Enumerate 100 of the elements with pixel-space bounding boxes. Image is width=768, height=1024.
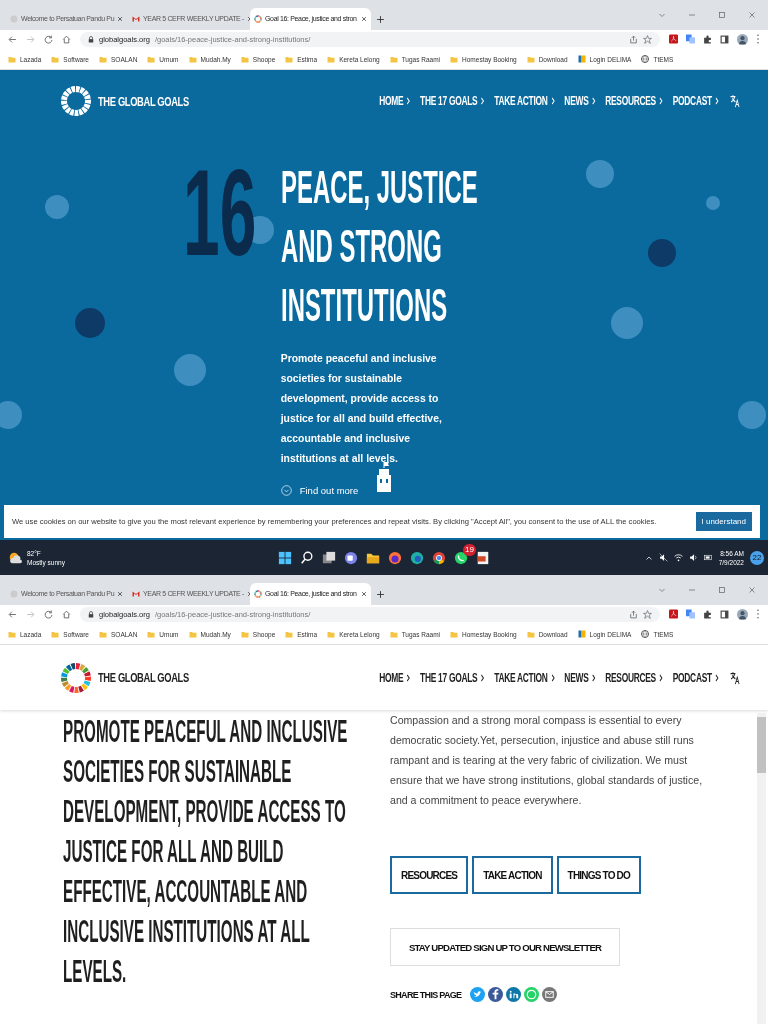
decorative-bubble [706, 196, 720, 210]
side-panel-icon[interactable] [720, 34, 729, 44]
accept-cookies-button[interactable]: I understand [695, 512, 752, 531]
wifi-icon[interactable] [673, 553, 683, 562]
ring-icon [254, 14, 262, 23]
firefox-icon[interactable] [388, 550, 402, 565]
share-icon[interactable] [629, 34, 638, 44]
maximize-icon[interactable] [718, 585, 726, 594]
nav-link[interactable]: PODCAST [672, 670, 719, 685]
reload-icon[interactable] [44, 34, 53, 44]
nav-link[interactable]: HOME [379, 670, 411, 685]
folder-icon [188, 55, 197, 63]
building-icon [375, 462, 393, 492]
decorative-bubble [586, 160, 614, 188]
folder-icon [147, 55, 156, 63]
edge-icon[interactable] [410, 550, 424, 565]
plus-icon[interactable] [376, 14, 385, 24]
windows-start-icon[interactable] [278, 550, 292, 565]
nav-link[interactable]: RESOURCES [605, 670, 664, 685]
newsletter-button[interactable]: STAY UPDATED SIGN UP TO OUR NEWSLETTER [390, 928, 620, 966]
puzzle-icon[interactable] [703, 609, 712, 619]
folder-icon [188, 630, 197, 638]
facebook-icon[interactable] [488, 987, 504, 1002]
nav-link[interactable]: TAKE ACTION [494, 94, 555, 108]
whatsapp-icon[interactable] [454, 550, 468, 565]
decorative-bubble [738, 401, 766, 429]
task-view-icon[interactable] [322, 550, 336, 565]
book-icon [577, 55, 586, 64]
site-logo-text[interactable]: THE GLOBAL GOALS [98, 93, 189, 109]
folder-icon [99, 630, 107, 638]
back-icon[interactable] [8, 34, 17, 44]
search-icon[interactable] [300, 550, 314, 565]
chat-icon[interactable] [344, 550, 358, 565]
document-app-icon[interactable] [476, 550, 490, 565]
page-link-button[interactable]: RESOURCES [390, 856, 469, 894]
share-icon[interactable] [629, 609, 638, 619]
email-icon[interactable] [542, 987, 558, 1002]
decorative-bubble [45, 195, 69, 219]
decorative-bubble [611, 307, 643, 339]
folder-icon [285, 630, 294, 638]
nav-link[interactable]: RESOURCES [605, 94, 664, 108]
reload-icon[interactable] [44, 609, 53, 619]
lock-icon [88, 610, 94, 618]
decorative-bubble [75, 308, 105, 338]
folder-icon [240, 55, 249, 63]
logo-ring-icon[interactable] [60, 85, 92, 117]
pdf-icon[interactable] [669, 609, 678, 620]
folder-icon [450, 55, 459, 63]
circle-chevron-down-icon [280, 485, 292, 496]
page-link-button[interactable]: THINGS TO DO [556, 856, 642, 894]
twitter-icon[interactable] [470, 987, 486, 1002]
avatar-icon[interactable] [737, 33, 748, 45]
logo-ring-icon[interactable] [60, 661, 92, 694]
back-icon[interactable] [8, 609, 17, 619]
nav-link[interactable]: PODCAST [672, 94, 719, 108]
folder-icon [51, 630, 60, 638]
linkedin-icon[interactable] [506, 987, 522, 1002]
decorative-bubble [0, 401, 22, 429]
home-icon[interactable] [62, 609, 71, 619]
goal-number: 16 [183, 146, 257, 281]
side-panel-icon[interactable] [720, 609, 729, 619]
mail-icon [132, 14, 140, 23]
nav-link[interactable]: NEWS [564, 94, 596, 108]
folder-icon [285, 55, 294, 63]
site-logo-text[interactable]: THE GLOBAL GOALS [98, 670, 189, 685]
mute-icon[interactable] [658, 553, 668, 562]
star-icon[interactable] [643, 609, 652, 619]
folder-icon [327, 55, 336, 63]
plus-icon[interactable] [376, 589, 385, 599]
translate-icon[interactable] [686, 609, 695, 620]
battery-icon[interactable] [703, 553, 713, 562]
maximize-icon[interactable] [718, 10, 726, 19]
volume-icon[interactable] [688, 553, 698, 562]
puzzle-icon[interactable] [703, 34, 712, 44]
notification-count[interactable]: 22 [750, 550, 764, 565]
ring-icon [254, 589, 262, 598]
folder-icon [526, 630, 535, 638]
goal-body-text: Compassion and a strong moral compass is essential to every democratic society.Yet, persecution, injustice and abuse still runs rampant and is tearing at the very fabric of civilization. We must ensure that we have strong institutions, global standards of justice, and a commitment to peace everywhere. [390, 713, 704, 808]
page-link-button[interactable]: TAKE ACTION [472, 856, 553, 894]
nav-link[interactable]: NEWS [564, 670, 596, 685]
lock-icon [88, 35, 94, 43]
avatar-icon[interactable] [737, 608, 748, 620]
goal-title: PEACE, JUSTICE AND STRONG INSTITUTIONS [280, 160, 479, 333]
find-out-more-link[interactable]: Find out more [280, 485, 711, 496]
nav-link[interactable]: THE 17 GOALS [420, 94, 485, 108]
more-icon[interactable] [756, 609, 760, 620]
home-icon[interactable] [62, 34, 71, 44]
scrollbar[interactable] [757, 713, 766, 1024]
nav-link[interactable]: HOME [379, 94, 411, 108]
translate-icon[interactable] [686, 34, 695, 45]
nav-link[interactable]: TAKE ACTION [494, 670, 555, 685]
notification-badge: 19 [463, 543, 476, 556]
more-icon[interactable] [756, 34, 760, 45]
goal-heading: PROMOTE PEACEFUL AND INCLUSIVE SOCIETIES FOR SUSTAINABLE DEVELOPMENT, PROVIDE ACCESS TO JUSTICE FOR ALL AND BUILD EFFECTIVE, ACCOUNTABLE AND INCLUSIVE INSTITUTIONS AT ALL LEVELS. [63, 713, 349, 991]
goal-description: Promote peaceful and inclusive societies for sustainable development, provide access to justice for all and build effective, accountable and inclusive institutions at all levels. [280, 352, 443, 466]
pdf-icon[interactable] [669, 34, 678, 45]
folder-icon [8, 55, 16, 63]
nav-link[interactable]: THE 17 GOALS [420, 670, 485, 685]
chrome-icon[interactable] [432, 550, 446, 565]
star-icon[interactable] [643, 34, 652, 44]
